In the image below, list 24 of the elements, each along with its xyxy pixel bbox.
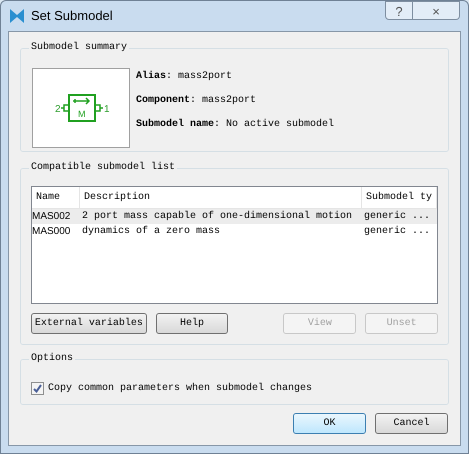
close-button[interactable]: × — [413, 1, 460, 20]
table-cell-text: generic ... — [363, 210, 432, 224]
table-cell-text: generic ... — [363, 224, 432, 239]
checkbox[interactable] — [31, 382, 44, 394]
column-header[interactable]: Description — [80, 187, 362, 208]
list-row[interactable]: MAS002 2 port mass capable of one-dimensional motion generic ... — [32, 209, 437, 224]
checkbox-label: Copy common parameters when submodel changes — [48, 382, 312, 396]
column-header[interactable]: Submodel ty — [362, 187, 437, 208]
app-icon — [9, 8, 25, 24]
mass-component-drawing: 2 M 1 — [49, 92, 113, 124]
table-cell-text: 2 port mass capable of one-dimensional motion — [81, 210, 354, 224]
column-header[interactable]: Name — [32, 187, 80, 208]
cancel-button[interactable]: Cancel — [375, 413, 448, 434]
table-cell-text: MAS002 — [32, 210, 72, 224]
ok-button[interactable]: OK — [293, 413, 366, 434]
summary-field: Component: mass2port — [136, 94, 334, 108]
summary-field: Alias: mass2port — [136, 70, 334, 84]
help-button[interactable]: ? — [385, 1, 413, 20]
list-button[interactable]: External variables — [31, 313, 147, 334]
window-title: Set Submodel — [31, 7, 113, 26]
table-cell-text: dynamics of a zero mass — [81, 224, 222, 239]
list-button[interactable]: Help — [156, 313, 228, 334]
summary-field: Submodel name: No active submodel — [136, 118, 334, 132]
table-cell-text: MAS000 — [32, 225, 72, 239]
